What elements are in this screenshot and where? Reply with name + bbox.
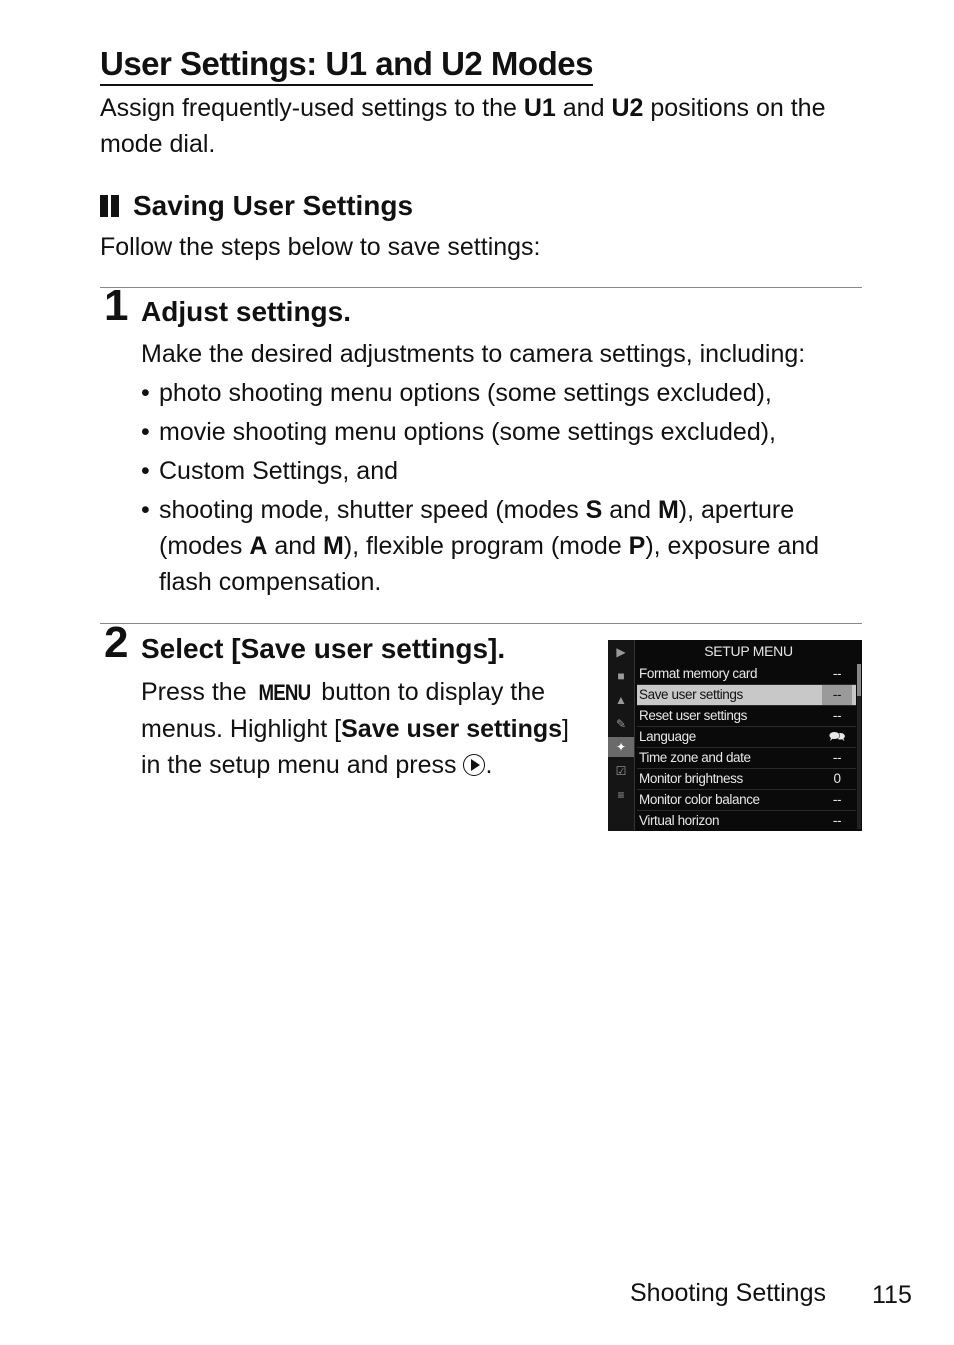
- u2-label: U2: [611, 94, 644, 122]
- step-body: Press the MENU button to display the men…: [141, 674, 581, 783]
- photo-shooting-icon: ■: [617, 669, 625, 683]
- text-part: ), flexible program (mode: [343, 532, 629, 560]
- step-divider: [100, 623, 862, 624]
- intro-text-part: and: [555, 94, 612, 122]
- text-part: and: [602, 496, 658, 524]
- menu-button-icon: MENU: [258, 680, 311, 705]
- menu-item-value: --: [822, 685, 852, 705]
- menu-scrollbar-thumb: [857, 664, 861, 696]
- setup-menu-screenshot: ▶ ■ ▲ ✎ ✦ ☑ ≡ SETUP MENU Format memory c…: [608, 640, 862, 831]
- step-number: 1: [104, 281, 129, 330]
- my-menu-icon: ≡: [617, 788, 625, 802]
- menu-item-label: Monitor brightness: [639, 771, 743, 786]
- menu-item: Format memory card --: [637, 664, 856, 685]
- step-body: Make the desired adjustments to camera s…: [141, 336, 871, 603]
- list-item: movie shooting menu options (some settin…: [141, 414, 871, 450]
- custom-settings-icon: ✎: [615, 717, 627, 731]
- step-title: Adjust settings.: [141, 296, 352, 327]
- menu-item-value: --: [832, 708, 842, 723]
- mode-label: P: [628, 532, 646, 560]
- menu-item-reference: Save user settings: [341, 715, 563, 743]
- menu-item-value: --: [832, 666, 842, 681]
- list-item: shooting mode, shutter speed (modes S an…: [141, 492, 871, 600]
- menu-item: Monitor color balance --: [637, 790, 856, 811]
- intro-text-part: Assign frequently-used settings to the: [100, 94, 524, 122]
- menu-item-highlighted: Save user settings --: [637, 685, 856, 706]
- u1-label: U1: [523, 94, 556, 122]
- menu-item-label: Format memory card: [639, 666, 758, 681]
- text-part: Press the: [141, 678, 254, 706]
- section-marker-icon: [100, 195, 119, 217]
- menu-title: SETUP MENU: [704, 643, 793, 659]
- step-lead: Make the desired adjustments to camera s…: [141, 340, 806, 368]
- menu-item-value: --: [832, 813, 842, 828]
- mode-label: M: [657, 496, 679, 524]
- movie-shooting-icon: ▲: [615, 693, 627, 707]
- text-part: .: [485, 751, 493, 779]
- menu-tabs: ▶ ■ ▲ ✎ ✦ ☑ ≡: [608, 640, 635, 831]
- menu-item: Virtual horizon --: [637, 811, 856, 831]
- multi-selector-right-icon: [463, 754, 486, 776]
- menu-item-value: 0: [833, 771, 841, 786]
- menu-item: Reset user settings --: [637, 706, 856, 727]
- section-lead: Follow the steps below to save settings:: [100, 233, 541, 261]
- menu-item-value: --: [832, 750, 842, 765]
- page-title: User Settings: U1 and U2 Modes: [100, 44, 593, 86]
- mode-label: A: [249, 532, 268, 560]
- language-icon: 🗪: [828, 729, 846, 744]
- text-part: and: [267, 532, 323, 560]
- menu-item-label: Virtual horizon: [639, 813, 720, 828]
- step-divider: [100, 287, 862, 288]
- section-heading-text: Saving User Settings: [133, 190, 414, 221]
- list-item: photo shooting menu options (some settin…: [141, 375, 871, 411]
- menu-item: Language 🗪: [637, 727, 856, 748]
- menu-item-label: Save user settings: [639, 687, 743, 702]
- menu-item-label: Reset user settings: [639, 708, 747, 723]
- retouch-icon: ☑: [615, 764, 627, 778]
- footer-section-name: Shooting Settings: [630, 1279, 826, 1307]
- intro-text: Assign frequently-used settings to the U…: [100, 90, 880, 162]
- step-number: 2: [104, 618, 129, 667]
- menu-scrollbar: [857, 664, 861, 829]
- mode-label: S: [585, 496, 603, 524]
- menu-item-label: Time zone and date: [639, 750, 751, 765]
- page-number: 115: [872, 1281, 912, 1309]
- menu-item: Time zone and date --: [637, 748, 856, 769]
- settings-list: photo shooting menu options (some settin…: [141, 375, 871, 600]
- setup-icon: ✦: [608, 737, 634, 757]
- mode-label: M: [322, 532, 344, 560]
- menu-item-label: Language: [639, 729, 696, 744]
- step-title: Select [Save user settings].: [141, 633, 506, 664]
- section-heading: Saving User Settings: [100, 188, 413, 224]
- menu-item-value: --: [832, 792, 842, 807]
- menu-item-label: Monitor color balance: [639, 792, 760, 807]
- list-item: Custom Settings, and: [141, 453, 871, 489]
- playback-icon: ▶: [616, 645, 626, 659]
- menu-item: Monitor brightness 0: [637, 769, 856, 790]
- text-part: shooting mode, shutter speed (modes: [159, 496, 586, 524]
